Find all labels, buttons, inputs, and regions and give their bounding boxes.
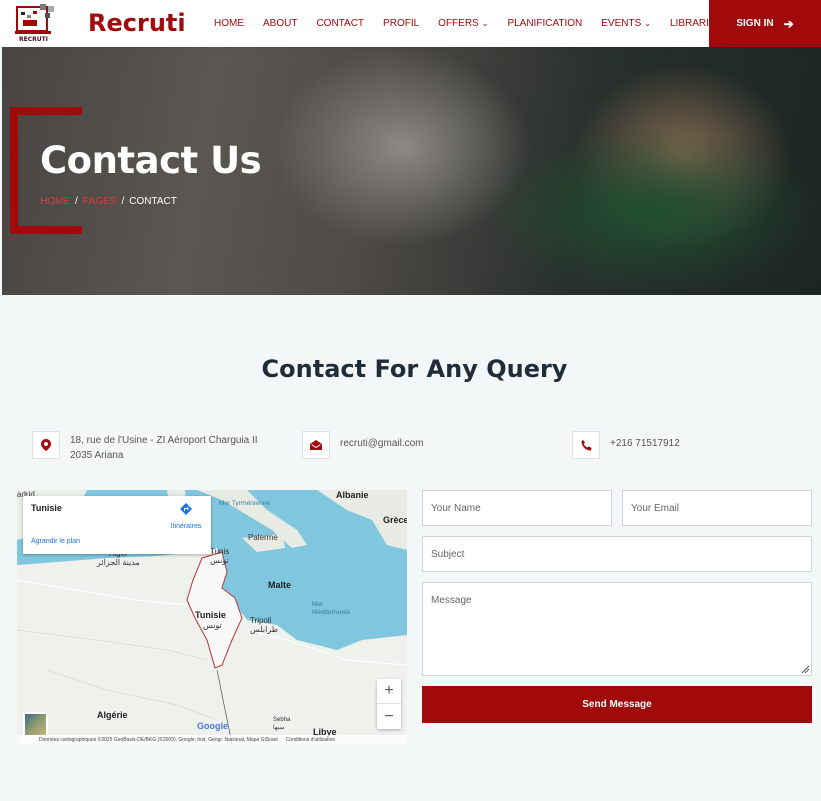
email-input[interactable]: Your Email (622, 490, 812, 526)
map-label: سبها (273, 725, 285, 731)
contact-address: 18, rue de l'Usine - ZI Aéroport Chargui… (32, 431, 258, 463)
map-embed[interactable]: adrid Albanie Grèce Mer Tyrrhénienne Pal… (17, 490, 407, 744)
google-logo: Google (197, 721, 228, 731)
satellite-toggle-button[interactable] (23, 712, 48, 737)
nav-item-home[interactable]: HOME (214, 18, 244, 29)
send-message-button[interactable]: Send Message (422, 686, 812, 723)
breadcrumb: HOME / PAGES / CONTACT (40, 196, 177, 207)
breadcrumb-separator: / (121, 196, 125, 207)
map-label: Malte (268, 580, 292, 590)
map-label: تونس (203, 621, 222, 630)
directions-label: Itinéraires (170, 523, 202, 530)
address-line-1: 18, rue de l'Usine - ZI Aéroport Chargui… (70, 435, 258, 446)
nav-item-events[interactable]: EVENTS ⌄ (601, 18, 651, 29)
email-placeholder: Your Email (631, 502, 679, 514)
zoom-in-button[interactable]: + (377, 679, 401, 704)
phone-icon (572, 431, 600, 459)
email-text[interactable]: recruti@gmail.com (340, 436, 424, 451)
svg-text:RECRUTI: RECRUTI (19, 36, 48, 43)
breadcrumb-pages[interactable]: PAGES (83, 196, 117, 207)
nav-item-offers[interactable]: OFFERS ⌄ (438, 18, 488, 29)
map-label: طرابلس (250, 625, 279, 634)
message-placeholder: Message (431, 595, 472, 606)
nav-item-about[interactable]: ABOUT (263, 18, 297, 29)
nav-item-planification[interactable]: PLANIFICATION (507, 18, 582, 29)
map-label: Tripoli (250, 616, 272, 625)
map-label: Grèce (383, 515, 407, 525)
map-pin-icon (32, 431, 60, 459)
envelope-icon (302, 431, 330, 459)
nav-links: HOME ABOUT CONTACT PROFIL OFFERS ⌄ PLANIF… (214, 0, 751, 47)
contact-phone: +216 71517912 (572, 431, 680, 459)
zoom-controls: + − (377, 679, 401, 729)
map-info-card: Tunisie Itinéraires Agrandir le plan (23, 496, 211, 554)
map-label: Tunisie (195, 610, 226, 620)
hero-banner: Contact Us HOME / PAGES / CONTACT (2, 47, 821, 295)
map-label: Méditerranée (312, 609, 351, 616)
map-label: Mer Tyrrhénienne (219, 500, 270, 507)
directions-button[interactable]: Itinéraires (166, 502, 206, 530)
logo[interactable]: RECRUTI (15, 3, 57, 43)
breadcrumb-home[interactable]: HOME (40, 196, 70, 207)
terms-link[interactable]: Conditions d'utilisation (286, 737, 336, 743)
message-textarea[interactable]: Message (422, 582, 812, 676)
map-label: Albanie (336, 490, 369, 500)
map-label: Mer (312, 601, 324, 608)
chevron-down-icon: ⌄ (644, 19, 651, 28)
subject-placeholder: Subject (431, 548, 465, 560)
name-placeholder: Your Name (431, 502, 481, 514)
attribution-text: Données cartographiques ©2025 GeoBasis-D… (39, 736, 278, 743)
navbar: RECRUTI Recruti HOME ABOUT CONTACT PROFI… (0, 0, 821, 47)
sign-in-button[interactable]: SIGN IN ➔ (709, 0, 821, 47)
enlarge-map-link[interactable]: Agrandir le plan (31, 538, 80, 545)
sign-in-label: SIGN IN (736, 18, 774, 29)
breadcrumb-current: CONTACT (129, 196, 177, 207)
map-place-name: Tunisie (31, 503, 62, 513)
map-label: Algérie (97, 710, 128, 720)
page-title: Contact Us (40, 139, 262, 182)
map-label: Tunis (210, 547, 230, 556)
map-label: تونس (210, 556, 229, 565)
arrow-right-icon: ➔ (783, 16, 794, 31)
map-attribution: Données cartographiques ©2025 GeoBasis-D… (17, 735, 407, 744)
nav-item-profil[interactable]: PROFIL (383, 18, 419, 29)
logo-icon: RECRUTI (15, 4, 54, 43)
brand-name[interactable]: Recruti (88, 9, 186, 37)
chevron-down-icon: ⌄ (481, 19, 489, 28)
contact-email: recruti@gmail.com (302, 431, 424, 459)
nav-item-contact[interactable]: CONTACT (316, 18, 364, 29)
directions-icon (180, 503, 192, 515)
subject-input[interactable]: Subject (422, 536, 812, 572)
map-label: Sebha (273, 717, 291, 723)
name-input[interactable]: Your Name (422, 490, 612, 526)
address-line-2: 2035 Ariana (70, 450, 124, 461)
phone-text[interactable]: +216 71517912 (610, 436, 680, 451)
resize-handle-icon[interactable] (801, 665, 809, 673)
breadcrumb-separator: / (75, 196, 78, 207)
section-title: Contact For Any Query (261, 355, 568, 383)
map-label: مدينة الجزائر (97, 558, 140, 567)
zoom-out-button[interactable]: − (377, 704, 401, 729)
map-label: Palerme (248, 533, 278, 542)
